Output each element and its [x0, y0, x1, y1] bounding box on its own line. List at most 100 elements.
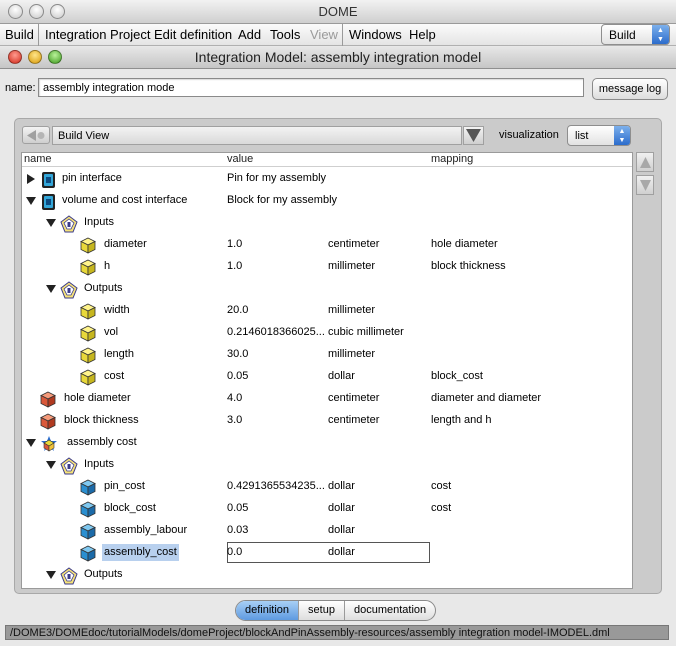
- scroll-up-button[interactable]: [636, 152, 654, 172]
- row-name[interactable]: hole diameter: [62, 392, 133, 404]
- row-name[interactable]: assembly_labour: [102, 524, 189, 536]
- row-value[interactable]: 30.0: [227, 348, 248, 360]
- filter-icon: [60, 215, 78, 236]
- tab-definition[interactable]: definition: [236, 601, 300, 620]
- tab-setup[interactable]: setup: [299, 601, 345, 620]
- tree-row[interactable]: vol 0.2146018366025... cubic millimeter: [22, 322, 632, 344]
- expanded-triangle-icon[interactable]: [26, 438, 36, 451]
- row-name[interactable]: block thickness: [62, 414, 141, 426]
- row-value[interactable]: 0.03: [227, 524, 248, 536]
- row-value[interactable]: Pin for my assembly: [227, 172, 326, 184]
- row-name[interactable]: h: [102, 260, 112, 272]
- row-name[interactable]: Outputs: [82, 282, 125, 294]
- tree-row[interactable]: Inputs: [22, 212, 632, 236]
- visualization-select[interactable]: list ▲ ▼: [567, 125, 631, 146]
- row-unit: millimeter: [328, 260, 376, 272]
- expanded-triangle-icon[interactable]: [26, 196, 36, 209]
- menu-view[interactable]: View: [310, 27, 338, 42]
- row-name[interactable]: assembly cost: [65, 436, 139, 448]
- message-log-button[interactable]: message log: [592, 78, 668, 100]
- row-value[interactable]: 1.0: [227, 260, 242, 272]
- view-dropdown-button[interactable]: [463, 126, 484, 145]
- tree-row[interactable]: hole diameter 4.0 centimeter diameter and d…: [22, 388, 632, 410]
- tab-bar: definition setup documentation: [235, 600, 437, 621]
- app-title: DOME: [318, 4, 358, 19]
- row-name[interactable]: cost: [102, 370, 126, 382]
- row-unit: millimeter: [328, 348, 376, 360]
- row-mapping: length and h: [431, 414, 492, 426]
- back-button[interactable]: [22, 126, 50, 144]
- row-name[interactable]: length: [102, 348, 136, 360]
- param-yellow-icon: [80, 369, 96, 389]
- row-value[interactable]: 0.4291365534235...: [227, 480, 325, 492]
- mode-select[interactable]: Build ▲ ▼: [601, 24, 670, 45]
- tree-row[interactable]: volume and cost interface Block for my as…: [22, 190, 632, 212]
- tree-row[interactable]: pin interface Pin for my assembly: [22, 168, 632, 190]
- header-divider: [22, 166, 632, 167]
- row-name[interactable]: diameter: [102, 238, 149, 250]
- row-name[interactable]: Outputs: [82, 568, 125, 580]
- column-header-name[interactable]: name: [24, 153, 52, 165]
- tree-row[interactable]: block thickness 3.0 centimeter length and h: [22, 410, 632, 432]
- row-name[interactable]: width: [102, 304, 132, 316]
- row-unit: centimeter: [328, 414, 380, 426]
- view-select[interactable]: Build View: [52, 126, 462, 145]
- scroll-down-button[interactable]: [636, 175, 654, 195]
- tree-row[interactable]: assembly_cost 0.0 dollar: [22, 542, 632, 564]
- column-header-value[interactable]: value: [227, 153, 253, 165]
- tree-row[interactable]: assembly cost: [22, 432, 632, 456]
- collapsed-triangle-icon[interactable]: [26, 174, 36, 187]
- tree-row[interactable]: pin_cost 0.4291365534235... dollar cost: [22, 476, 632, 498]
- row-value[interactable]: 20.0: [227, 304, 248, 316]
- row-value[interactable]: 0.0: [227, 546, 242, 558]
- tree-row[interactable]: length 30.0 millimeter: [22, 344, 632, 366]
- expanded-triangle-icon[interactable]: [46, 460, 56, 473]
- arrow-up-icon: [640, 157, 651, 168]
- param-yellow-icon: [80, 303, 96, 323]
- row-value[interactable]: 1.0: [227, 238, 242, 250]
- row-name[interactable]: Inputs: [82, 458, 116, 470]
- row-name[interactable]: pin interface: [60, 172, 124, 184]
- expanded-triangle-icon[interactable]: [46, 218, 56, 231]
- menu-windows[interactable]: Windows: [349, 27, 402, 42]
- expanded-triangle-icon[interactable]: [46, 570, 56, 583]
- model-tree-table: name value mapping pin interface Pin for …: [21, 152, 633, 589]
- tree-row[interactable]: block_cost 0.05 dollar cost: [22, 498, 632, 521]
- row-value[interactable]: 0.05: [227, 502, 248, 514]
- row-name[interactable]: Inputs: [82, 216, 116, 228]
- row-mapping: block_cost: [431, 370, 483, 382]
- menu-tools[interactable]: Tools: [270, 27, 300, 42]
- menu-build[interactable]: Build: [5, 27, 34, 42]
- param-blue-icon: [80, 501, 96, 521]
- menu-edit-definition[interactable]: Edit definition: [154, 27, 232, 42]
- tab-documentation[interactable]: documentation: [345, 601, 435, 620]
- row-value[interactable]: 0.2146018366025...: [227, 326, 325, 338]
- row-name[interactable]: vol: [102, 326, 120, 338]
- tree-row[interactable]: Outputs: [22, 564, 632, 586]
- tree-row[interactable]: cost 0.05 dollar block_cost: [22, 366, 632, 389]
- menu-integration-project[interactable]: Integration Project: [45, 27, 151, 42]
- row-unit: dollar: [328, 524, 355, 536]
- column-header-mapping[interactable]: mapping: [431, 153, 473, 165]
- row-mapping: cost: [431, 502, 452, 514]
- tree-row[interactable]: width 20.0 millimeter: [22, 300, 632, 323]
- menu-add[interactable]: Add: [238, 27, 261, 42]
- row-value[interactable]: Block for my assembly: [227, 194, 337, 206]
- row-name[interactable]: pin_cost: [102, 480, 147, 492]
- row-value[interactable]: 4.0: [227, 392, 242, 404]
- tree-row[interactable]: Outputs: [22, 278, 632, 300]
- updown-arrow-icon: ▲ ▼: [652, 25, 669, 44]
- tree-row[interactable]: h 1.0 millimeter block thickness: [22, 256, 632, 278]
- tree-row[interactable]: Inputs: [22, 454, 632, 476]
- expanded-triangle-icon[interactable]: [46, 284, 56, 297]
- menu-help[interactable]: Help: [409, 27, 436, 42]
- name-input[interactable]: [38, 78, 584, 97]
- model-icon: [40, 435, 58, 456]
- tree-row[interactable]: assembly_labour 0.03 dollar: [22, 520, 632, 542]
- row-name[interactable]: assembly_cost: [102, 544, 179, 561]
- row-name[interactable]: block_cost: [102, 502, 158, 514]
- row-name[interactable]: volume and cost interface: [60, 194, 189, 206]
- tree-row[interactable]: diameter 1.0 centimeter hole diameter: [22, 234, 632, 256]
- row-value[interactable]: 0.05: [227, 370, 248, 382]
- row-value[interactable]: 3.0: [227, 414, 242, 426]
